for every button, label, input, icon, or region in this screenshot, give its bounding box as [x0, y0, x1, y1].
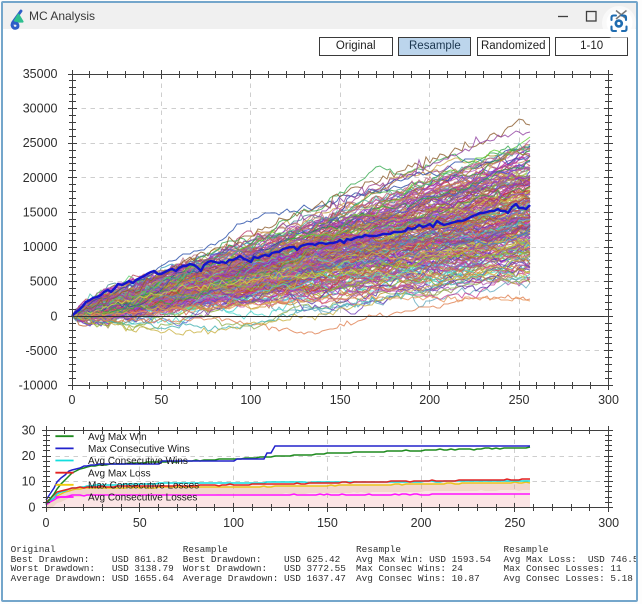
svg-text:300: 300 [598, 516, 619, 530]
svg-text:Avg Consecutive Wins: Avg Consecutive Wins [88, 456, 188, 467]
svg-text:250: 250 [504, 516, 525, 530]
svg-text:50: 50 [154, 393, 168, 407]
svg-text:25000: 25000 [23, 136, 58, 150]
svg-text:0: 0 [51, 309, 58, 323]
svg-text:15000: 15000 [23, 205, 58, 219]
svg-text:100: 100 [223, 516, 244, 530]
svg-text:Avg Max Loss: Avg Max Loss [88, 468, 151, 479]
svg-text:200: 200 [419, 393, 440, 407]
svg-text:50: 50 [133, 516, 147, 530]
svg-text:200: 200 [411, 516, 432, 530]
svg-text:Avg Consecutive Losses: Avg Consecutive Losses [88, 493, 197, 504]
svg-text:150: 150 [317, 516, 338, 530]
svg-text:-10000: -10000 [19, 379, 58, 393]
svg-text:0: 0 [29, 500, 36, 514]
svg-text:20000: 20000 [23, 171, 58, 185]
svg-text:300: 300 [598, 393, 619, 407]
svg-text:Max Consecutive Losses: Max Consecutive Losses [88, 481, 199, 492]
svg-text:10: 10 [22, 475, 36, 489]
svg-text:0: 0 [69, 393, 76, 407]
svg-text:10000: 10000 [23, 240, 58, 254]
svg-text:30: 30 [22, 423, 36, 437]
svg-text:0: 0 [43, 516, 50, 530]
svg-text:30000: 30000 [23, 102, 58, 116]
svg-text:100: 100 [240, 393, 261, 407]
svg-text:5000: 5000 [30, 275, 58, 289]
svg-text:-5000: -5000 [26, 344, 58, 358]
svg-text:250: 250 [509, 393, 530, 407]
svg-text:150: 150 [330, 393, 351, 407]
svg-text:35000: 35000 [23, 67, 58, 81]
svg-text:Max Consecutive Wins: Max Consecutive Wins [88, 444, 190, 455]
svg-text:Avg Max Win: Avg Max Win [88, 432, 147, 443]
svg-text:20: 20 [22, 449, 36, 463]
